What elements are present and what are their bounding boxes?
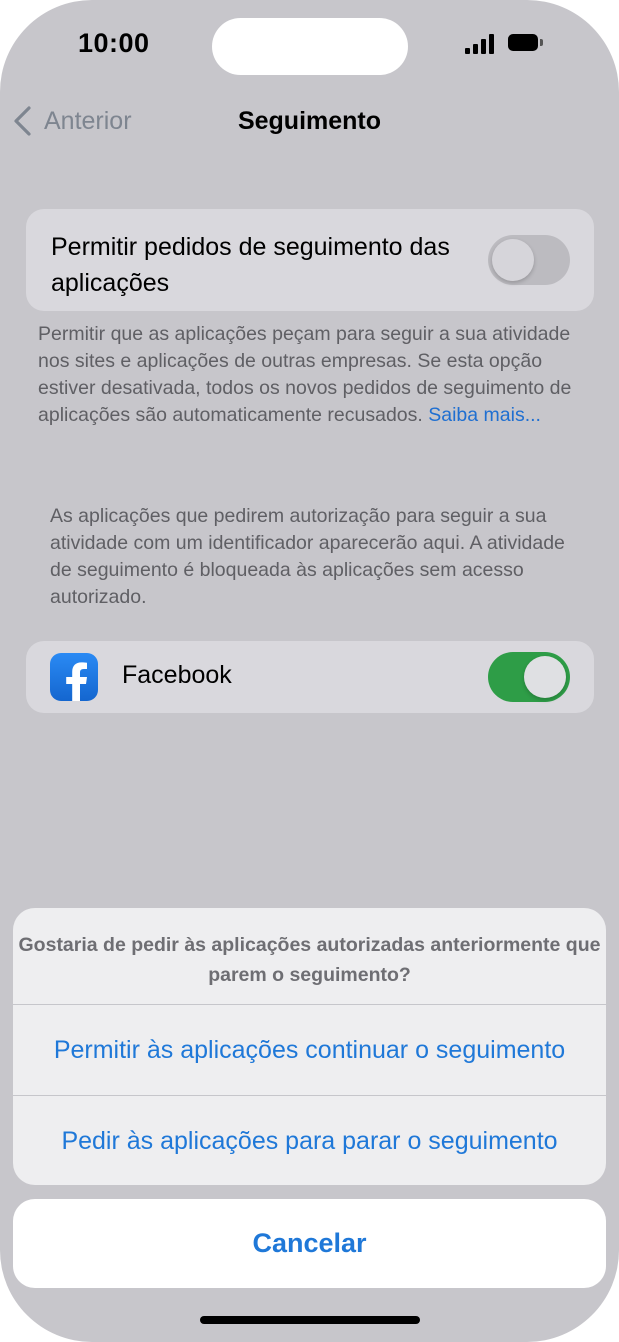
back-button[interactable]: Anterior bbox=[12, 104, 132, 138]
action-sheet-message: Gostaria de pedir às aplicações autoriza… bbox=[18, 934, 601, 986]
status-time: 10:00 bbox=[78, 28, 150, 58]
tracking-request-label: Permitir pedidos de seguimento das aplic… bbox=[51, 233, 450, 297]
chevron-left-icon bbox=[14, 106, 31, 136]
apps-info-text: As aplicações que pedirem autorização pa… bbox=[50, 505, 565, 608]
dynamic-island bbox=[212, 18, 408, 75]
app-row-facebook: Facebook bbox=[26, 641, 594, 713]
battery-icon bbox=[508, 34, 538, 51]
ask-stop-tracking-button[interactable]: Pedir às aplicações para parar o seguime… bbox=[13, 1096, 606, 1185]
toggle-knob bbox=[492, 239, 534, 281]
action-sheet: Gostaria de pedir às aplicações autoriza… bbox=[13, 908, 606, 1185]
tracking-request-toggle[interactable] bbox=[488, 235, 570, 285]
signal-icon bbox=[465, 34, 494, 54]
facebook-icon bbox=[50, 653, 98, 701]
battery-tip bbox=[540, 39, 543, 46]
facebook-tracking-toggle[interactable] bbox=[488, 652, 570, 702]
cancel-button[interactable]: Cancelar bbox=[13, 1199, 606, 1288]
app-name: Facebook bbox=[122, 661, 232, 689]
learn-more-link[interactable]: Saiba mais... bbox=[428, 404, 541, 426]
phone-screen: 10:00 Seguimento Anterior Permitir pedid… bbox=[0, 0, 619, 1342]
back-label: Anterior bbox=[44, 106, 132, 135]
toggle-knob bbox=[524, 656, 566, 698]
home-indicator[interactable] bbox=[200, 1316, 420, 1324]
tracking-description: Permitir que as aplicações peçam para se… bbox=[38, 321, 583, 429]
allow-continue-tracking-button[interactable]: Permitir às aplicações continuar o segui… bbox=[13, 1005, 606, 1095]
tracking-request-row: Permitir pedidos de seguimento das aplic… bbox=[26, 209, 594, 311]
